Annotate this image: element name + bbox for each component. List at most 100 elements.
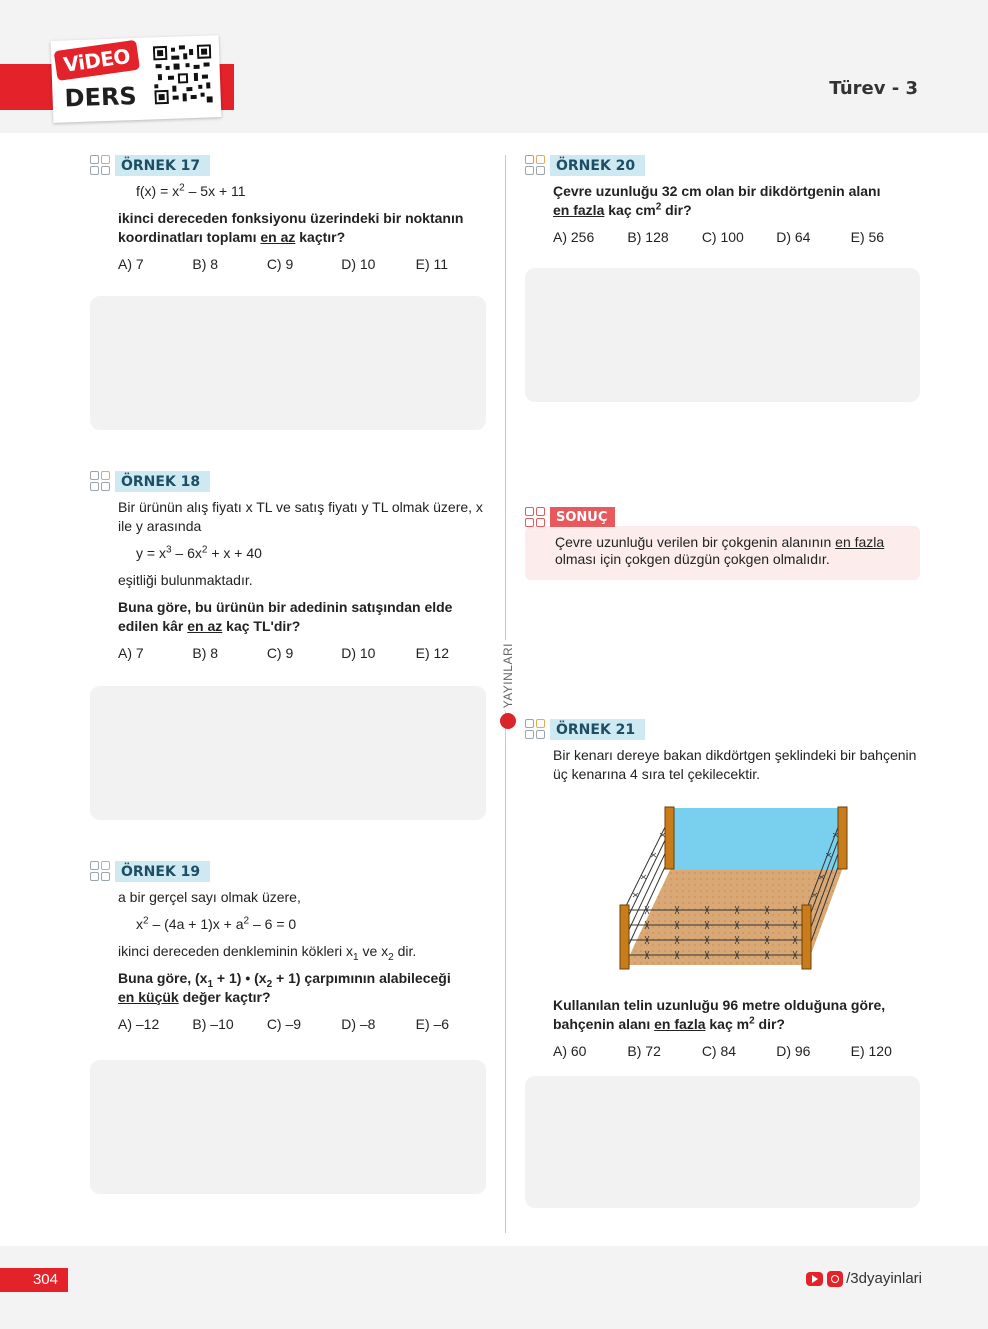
formula-text: f(x) = x: [136, 183, 180, 199]
river-shape: [670, 808, 842, 870]
question-text: kaç cm: [604, 202, 656, 218]
example-18-options: A) 7 B) 8 C) 9 D) 10 E) 12: [118, 644, 490, 663]
badge-ders-label: DERS: [64, 81, 138, 113]
example-19-work-area[interactable]: [90, 1060, 486, 1194]
question-emphasis: en küçük: [118, 989, 179, 1005]
formula-text: y = x: [136, 545, 166, 561]
example-17-work-area[interactable]: [90, 296, 486, 430]
badge-video-label: ViDEO: [53, 39, 140, 81]
example-20-work-area[interactable]: [525, 268, 920, 402]
conclusion-text: Çevre uzunluğu verilen bir çokgenin alan…: [525, 526, 920, 580]
example-20-header: ÖRNEK 20: [525, 154, 925, 176]
option-d[interactable]: D) 10: [341, 644, 415, 663]
option-e[interactable]: E) 11: [416, 255, 490, 274]
example-17-label: ÖRNEK 17: [115, 154, 211, 176]
option-c[interactable]: C) 100: [702, 228, 776, 247]
option-b[interactable]: B) 8: [192, 644, 266, 663]
chapter-title: Türev - 3: [829, 78, 918, 99]
option-c[interactable]: C) –9: [267, 1015, 341, 1034]
footer-band: [0, 1246, 988, 1329]
fenced-garden-illustration: [619, 806, 848, 970]
example-20: ÖRNEK 20 Çevre uzunluğu 32 cm olan bir d…: [525, 154, 925, 247]
question-emphasis: en az: [187, 618, 223, 634]
conclusion-header: SONUÇ: [525, 506, 920, 528]
formula-text: – (4a + 1)x + a: [148, 916, 244, 932]
conclusion-text-part: olması için çokgen düzgün çokgen olmalıd…: [555, 551, 830, 567]
option-c[interactable]: C) 9: [267, 255, 341, 274]
example-21-header: ÖRNEK 21: [525, 718, 925, 740]
question-emphasis: en fazla: [654, 1016, 706, 1032]
conclusion-text-part: Çevre uzunluğu verilen bir çokgenin alan…: [555, 534, 836, 550]
option-a[interactable]: A) 7: [118, 644, 192, 663]
social-handle[interactable]: /3dyayinlari: [806, 1270, 922, 1287]
example-20-body: Çevre uzunluğu 32 cm olan bir dikdörtgen…: [525, 176, 925, 247]
example-19-formula: x2 – (4a + 1)x + a2 – 6 = 0: [118, 915, 490, 934]
instagram-icon[interactable]: [827, 1270, 844, 1287]
qr-code-icon[interactable]: [152, 43, 213, 105]
note-text: ve x: [358, 943, 389, 959]
social-handle-text: /3dyayinlari: [846, 1270, 922, 1287]
option-a[interactable]: A) 7: [118, 255, 192, 274]
option-e[interactable]: E) –6: [416, 1015, 490, 1034]
question-text: dir?: [661, 202, 692, 218]
example-19-label: ÖRNEK 19: [115, 860, 211, 882]
option-c[interactable]: C) 9: [267, 644, 341, 663]
question-text: kaç TL'dir?: [222, 618, 301, 634]
page-number: 304: [0, 1268, 68, 1292]
example-21-question-block: Kullanılan telin uzunluğu 96 metre olduğ…: [525, 990, 925, 1061]
option-c[interactable]: C) 84: [702, 1042, 776, 1061]
example-17-header: ÖRNEK 17: [90, 154, 490, 176]
example-18-question: Buna göre, bu ürünün bir adedinin satışı…: [118, 598, 490, 636]
question-text: Buna göre, (x: [118, 970, 208, 986]
formula-text: x: [136, 916, 143, 932]
conclusion-label: SONUÇ: [550, 507, 616, 527]
example-grid-icon: [525, 155, 545, 175]
option-a[interactable]: A) 256: [553, 228, 627, 247]
example-17-formula: f(x) = x2 – 5x + 11: [118, 182, 490, 201]
youtube-icon[interactable]: [806, 1271, 824, 1286]
conclusion-emphasis: en fazla: [835, 534, 885, 550]
video-ders-badge[interactable]: ViDEO DERS: [50, 35, 222, 123]
example-17: ÖRNEK 17 f(x) = x2 – 5x + 11 ikinci dere…: [90, 154, 490, 274]
example-20-options: A) 256 B) 128 C) 100 D) 64 E) 56: [553, 228, 925, 247]
option-d[interactable]: D) 96: [776, 1042, 850, 1061]
note-text: dir.: [393, 943, 417, 959]
option-d[interactable]: D) –8: [341, 1015, 415, 1034]
option-b[interactable]: B) 72: [627, 1042, 701, 1061]
example-21-question: Kullanılan telin uzunluğu 96 metre olduğ…: [553, 996, 925, 1034]
example-21-intro: Bir kenarı dereye bakan dikdörtgen şekli…: [553, 747, 917, 782]
example-20-label: ÖRNEK 20: [550, 154, 646, 176]
example-grid-icon: [90, 155, 110, 175]
example-18-intro: Bir ürünün alış fiyatı x TL ve satış fiy…: [118, 499, 483, 534]
example-18: ÖRNEK 18 Bir ürünün alış fiyatı x TL ve …: [90, 470, 490, 663]
example-19-body: a bir gerçel sayı olmak üzere, x2 – (4a …: [90, 882, 490, 1034]
example-20-question: Çevre uzunluğu 32 cm olan bir dikdörtgen…: [553, 182, 925, 220]
option-e[interactable]: E) 56: [851, 228, 925, 247]
question-text: kaçtır?: [295, 229, 346, 245]
conclusion-grid-icon: [525, 507, 545, 527]
example-grid-icon: [90, 861, 110, 881]
publisher-logo-icon: [500, 713, 516, 730]
option-b[interactable]: B) 128: [627, 228, 701, 247]
option-b[interactable]: B) 8: [192, 255, 266, 274]
example-21-label: ÖRNEK 21: [550, 718, 646, 740]
example-18-work-area[interactable]: [90, 686, 486, 820]
example-18-header: ÖRNEK 18: [90, 470, 490, 492]
example-21: ÖRNEK 21 Bir kenarı dereye bakan dikdört…: [525, 718, 925, 792]
option-e[interactable]: E) 120: [851, 1042, 925, 1061]
option-e[interactable]: E) 12: [416, 644, 490, 663]
example-21-options: A) 60 B) 72 C) 84 D) 96 E) 120: [553, 1042, 925, 1061]
option-a[interactable]: A) 60: [553, 1042, 627, 1061]
formula-text: + x + 40: [207, 545, 262, 561]
example-21-question-body: Kullanılan telin uzunluğu 96 metre olduğ…: [525, 990, 925, 1061]
example-21-work-area[interactable]: [525, 1076, 920, 1208]
example-18-formula: y = x3 – 6x2 + x + 40: [118, 544, 490, 563]
publisher-vertical-text: YAYINLARI: [501, 640, 515, 712]
option-a[interactable]: A) –12: [118, 1015, 192, 1034]
formula-text: – 6x: [171, 545, 202, 561]
option-d[interactable]: D) 64: [776, 228, 850, 247]
option-d[interactable]: D) 10: [341, 255, 415, 274]
option-b[interactable]: B) –10: [192, 1015, 266, 1034]
example-19-header: ÖRNEK 19: [90, 860, 490, 882]
question-text: Çevre uzunluğu 32 cm olan bir dikdörtgen…: [553, 183, 881, 199]
